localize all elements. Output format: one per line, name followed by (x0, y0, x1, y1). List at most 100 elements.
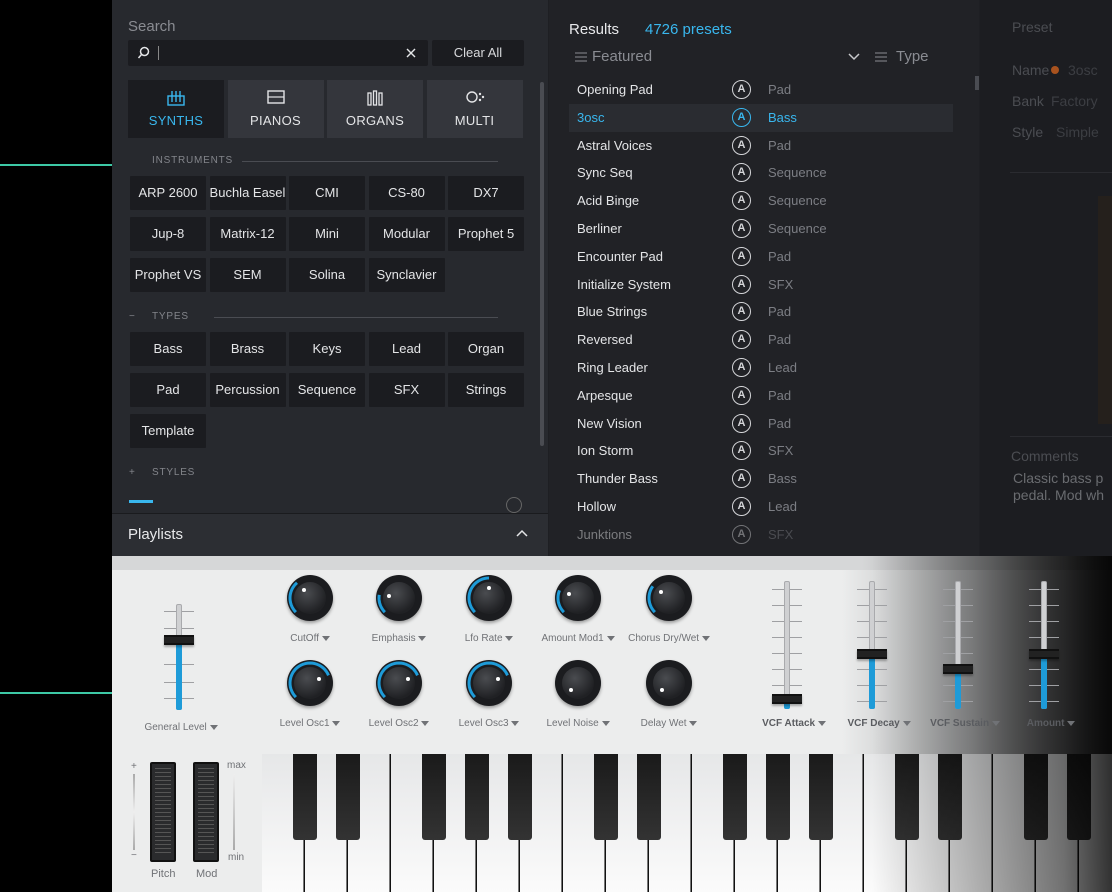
black-key[interactable] (1067, 754, 1091, 840)
level-osc2-knob[interactable] (376, 660, 422, 706)
chevron-up-icon[interactable] (516, 529, 528, 537)
types-chip[interactable]: Percussion (209, 373, 286, 407)
knob-label[interactable]: Level Osc1 (260, 718, 360, 729)
black-key[interactable] (895, 754, 919, 840)
black-key[interactable] (723, 754, 747, 840)
instruments-chip[interactable]: Buchla Easel (209, 176, 286, 210)
knob-label[interactable]: Chorus Dry/Wet (619, 633, 719, 644)
filter-scrollbar[interactable] (540, 82, 544, 446)
black-key[interactable] (293, 754, 317, 840)
lfo-rate-knob[interactable] (466, 575, 512, 621)
types-chip[interactable]: Bass (130, 332, 206, 366)
knob-label[interactable]: CutOff (260, 633, 360, 644)
instruments-chip[interactable]: DX7 (448, 176, 524, 210)
instruments-chip[interactable]: Solina (289, 258, 365, 292)
black-key[interactable] (336, 754, 360, 840)
search-input[interactable] (128, 40, 428, 66)
types-chip[interactable]: Keys (289, 332, 365, 366)
result-row[interactable]: Arpesque A Pad (569, 382, 953, 410)
instruments-chip[interactable]: Matrix-12 (209, 217, 286, 251)
black-key[interactable] (766, 754, 790, 840)
result-row[interactable]: New Vision A Pad (569, 410, 953, 438)
black-key[interactable] (809, 754, 833, 840)
types-chip[interactable]: Strings (448, 373, 524, 407)
mod-wheel[interactable] (193, 762, 219, 862)
knob-label[interactable]: Delay Wet (619, 718, 719, 729)
result-row[interactable]: Junktions A SFX (569, 521, 953, 549)
black-key[interactable] (637, 754, 661, 840)
piano-keyboard[interactable] (262, 754, 1112, 892)
result-row[interactable]: Initialize System A SFX (569, 271, 953, 299)
instruments-chip[interactable]: Jup-8 (130, 217, 206, 251)
types-chip[interactable]: Pad (130, 373, 206, 407)
playlists-bar[interactable]: Playlists (112, 513, 548, 556)
types-chip[interactable]: Lead (368, 332, 445, 366)
fader-handle[interactable] (772, 694, 802, 704)
result-row[interactable]: Encounter Pad A Pad (569, 243, 953, 271)
knob-label[interactable]: Level Osc2 (349, 718, 449, 729)
result-row[interactable]: Ion Storm A SFX (569, 437, 953, 465)
result-row[interactable]: Hollow A Lead (569, 493, 953, 521)
black-key[interactable] (422, 754, 446, 840)
tab-multi[interactable]: MULTI (426, 80, 523, 138)
black-key[interactable] (465, 754, 489, 840)
tab-synths[interactable]: SYNTHS (128, 80, 224, 138)
types-chip[interactable]: Sequence (289, 373, 365, 407)
result-row[interactable]: Acid Binge A Sequence (569, 187, 953, 215)
types-collapse-toggle[interactable]: − (129, 311, 136, 322)
result-row[interactable]: Thunder Bass A Bass (569, 465, 953, 493)
types-chip[interactable]: Brass (209, 332, 286, 366)
sort-column-header[interactable]: Featured (592, 48, 652, 65)
result-row[interactable]: 3osc A Bass (569, 103, 953, 132)
fader-handle[interactable] (943, 664, 973, 674)
result-row[interactable]: Reversed A Pad (569, 326, 953, 354)
black-key[interactable] (508, 754, 532, 840)
types-chip[interactable]: Template (130, 414, 206, 448)
type-column-header[interactable]: Type (896, 48, 929, 65)
result-row[interactable]: Opening Pad A Pad (569, 76, 953, 104)
instruments-chip[interactable]: Prophet 5 (448, 217, 524, 251)
black-key[interactable] (938, 754, 962, 840)
result-row[interactable]: Blue Strings A Pad (569, 298, 953, 326)
delay-wet-knob[interactable] (646, 660, 692, 706)
instruments-chip[interactable]: ARP 2600 (130, 176, 206, 210)
knob-label[interactable]: Lfo Rate (439, 633, 539, 644)
emphasis-knob[interactable] (376, 575, 422, 621)
general-level-handle[interactable] (164, 635, 194, 645)
result-row[interactable]: Berliner A Sequence (569, 215, 953, 243)
instruments-chip[interactable]: CS-80 (368, 176, 445, 210)
instruments-chip[interactable]: Synclavier (368, 258, 445, 292)
result-row[interactable]: Ring Leader A Lead (569, 354, 953, 382)
clear-all-button[interactable]: Clear All (432, 40, 524, 66)
chorus-dry-wet-knob[interactable] (646, 575, 692, 621)
black-key[interactable] (1024, 754, 1048, 840)
level-osc3-knob[interactable] (466, 660, 512, 706)
clear-search-icon[interactable] (406, 48, 416, 58)
fader-label[interactable]: VCF Decay (829, 718, 929, 729)
level-noise-knob[interactable] (555, 660, 601, 706)
result-row[interactable]: Sync Seq A Sequence (569, 159, 953, 187)
knob-label[interactable]: Emphasis (349, 633, 449, 644)
general-level-label[interactable]: General Level (142, 722, 220, 733)
knob-label[interactable]: Level Noise (528, 718, 628, 729)
result-row[interactable]: Astral Voices A Pad (569, 132, 953, 160)
sort-chevron-down-icon[interactable] (848, 53, 860, 61)
types-chip[interactable]: SFX (368, 373, 445, 407)
cutoff-knob[interactable] (287, 575, 333, 621)
amount-mod1-knob[interactable] (555, 575, 601, 621)
fader-label[interactable]: VCF Sustain (915, 718, 1015, 729)
results-scrollbar[interactable] (975, 76, 979, 90)
instruments-chip[interactable]: Prophet VS (130, 258, 206, 292)
styles-expand-toggle[interactable]: + (129, 467, 136, 478)
fader-track[interactable] (784, 581, 790, 709)
instruments-chip[interactable]: Modular (368, 217, 445, 251)
instruments-chip[interactable]: Mini (289, 217, 365, 251)
knob-label[interactable]: Amount Mod1 (528, 633, 628, 644)
fader-handle[interactable] (857, 649, 887, 659)
types-chip[interactable]: Organ (448, 332, 524, 366)
instruments-chip[interactable]: SEM (209, 258, 286, 292)
knob-label[interactable]: Level Osc3 (439, 718, 539, 729)
tab-organs[interactable]: ORGANS (327, 80, 423, 138)
instruments-chip[interactable]: CMI (289, 176, 365, 210)
pitch-wheel[interactable] (150, 762, 176, 862)
